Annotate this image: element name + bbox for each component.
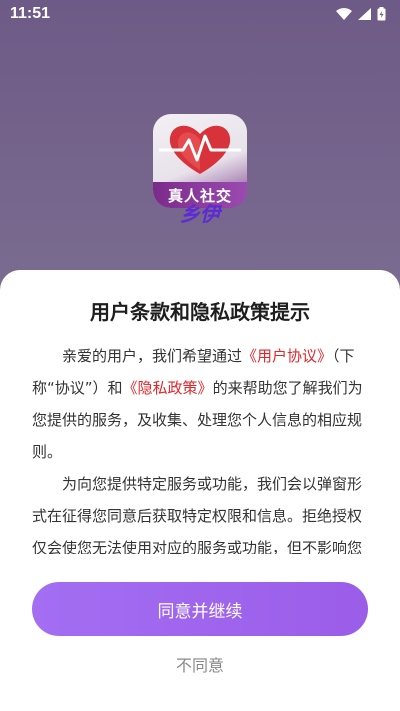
battery-icon [377,7,386,21]
intro-text-a: 亲爱的用户，我们希望通过 [62,347,243,365]
disagree-button[interactable]: 不同意 [0,650,400,682]
heart-icon [159,125,241,174]
app-name: 乡伊 [180,202,220,226]
agree-button[interactable]: 同意并继续 [32,582,368,636]
privacy-policy-link[interactable]: 《隐私政策》 [123,379,213,397]
privacy-dialog: 用户条款和隐私政策提示 亲爱的用户，我们希望通过《用户协议》（下称“协议”）和《… [0,270,400,711]
signal-icon [358,8,371,20]
wifi-icon [336,8,352,20]
paragraph-permissions: 为向您提供特定服务或功能，我们会以弹窗形式在征得您同意后获取特定权限和信息。拒绝… [32,475,363,554]
dialog-body[interactable]: 亲爱的用户，我们希望通过《用户协议》（下称“协议”）和《隐私政策》的来帮助您了解… [32,340,368,554]
app-logo: 真人社交 [153,114,247,208]
user-agreement-link[interactable]: 《用户协议》 [242,347,332,365]
paragraph-intro: 亲爱的用户，我们希望通过《用户协议》（下称“协议”）和《隐私政策》的来帮助您了解… [32,340,368,468]
status-icons [336,7,386,21]
status-bar: 11:51 [0,0,400,28]
status-time: 11:51 [10,5,51,22]
dialog-title: 用户条款和隐私政策提示 [90,300,310,324]
